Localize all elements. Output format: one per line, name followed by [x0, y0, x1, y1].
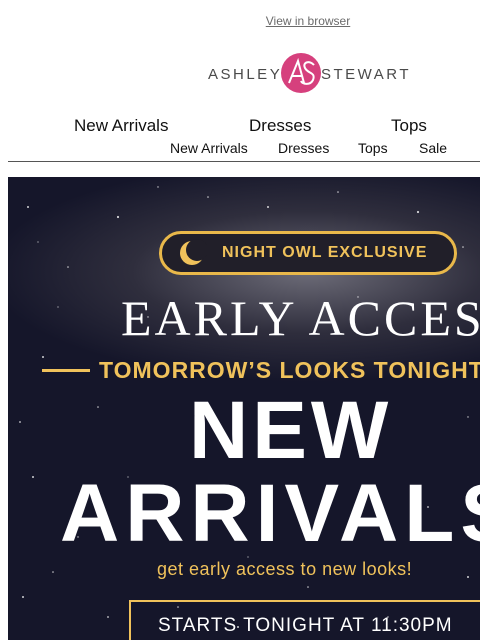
nav-divider — [8, 161, 480, 162]
as-monogram-icon — [281, 53, 321, 93]
ashley-stewart-logo[interactable]: ASHLEY STEWART — [208, 52, 418, 96]
night-owl-badge: NIGHT OWL EXCLUSIVE — [159, 231, 457, 275]
logo-text-left: ASHLEY — [208, 66, 283, 83]
cta-text[interactable]: STARTS TONIGHT AT 11:30PM — [158, 615, 453, 637]
badge-label: NIGHT OWL EXCLUSIVE — [222, 244, 428, 261]
logo-text-right: STEWART — [321, 66, 412, 83]
hero-subtext: get early access to new looks! — [157, 559, 413, 579]
early-access-headline: EARLY ACCESS — [121, 290, 480, 346]
new-heading: NEW — [189, 385, 393, 476]
tagline: TOMORROW’S LOOKS TONIGHT — [99, 357, 480, 383]
nav-secondary-tops[interactable]: Tops — [358, 140, 388, 156]
moon-icon — [180, 239, 207, 265]
nav-primary-new-arrivals[interactable]: New Arrivals — [74, 116, 168, 136]
hero-banner[interactable]: NIGHT OWL EXCLUSIVE EARLY ACCESS TOMORRO… — [8, 177, 480, 640]
view-in-browser-link[interactable]: View in browser — [0, 14, 480, 28]
nav-secondary-dresses[interactable]: Dresses — [278, 140, 329, 156]
arrivals-heading: ARRIVALS — [60, 468, 480, 559]
nav-secondary-sale[interactable]: Sale — [419, 140, 447, 156]
tagline-rule — [42, 369, 90, 372]
nav-secondary-new-arrivals[interactable]: New Arrivals — [170, 140, 248, 156]
nav-primary-dresses[interactable]: Dresses — [249, 116, 311, 136]
nav-primary-tops[interactable]: Tops — [391, 116, 427, 136]
